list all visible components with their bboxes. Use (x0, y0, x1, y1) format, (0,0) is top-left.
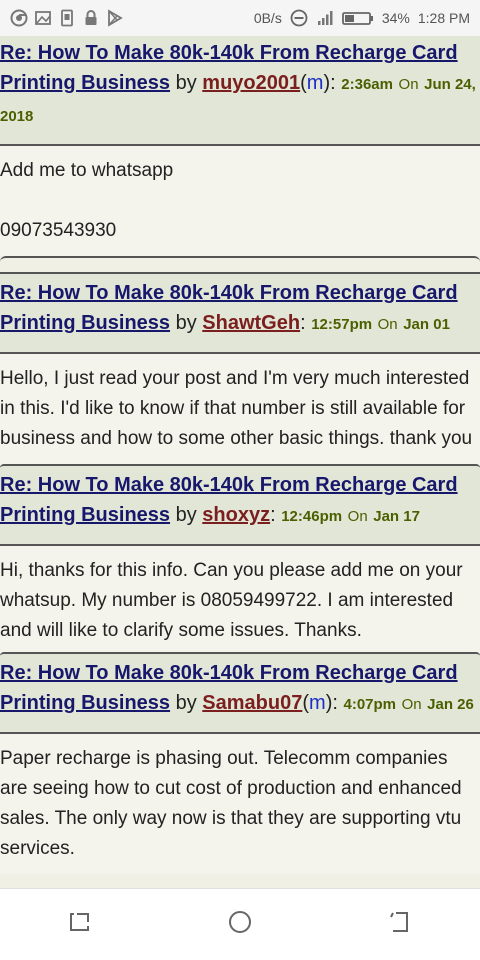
post-body: Hello, I just read your post and I'm ver… (0, 354, 480, 464)
post-text: Paper recharge is phasing out. Telecomm … (0, 748, 462, 859)
forum-thread: Re: How To Make 80k-140k From Recharge C… (0, 36, 480, 888)
post-body: Hi, thanks for this info. Can you please… (0, 546, 480, 652)
gallery-icon (34, 9, 52, 27)
post-date: Jan 01 (403, 316, 450, 333)
by-label: by (175, 72, 197, 94)
on-label: On (347, 508, 368, 525)
post-header: Re: How To Make 80k-140k From Recharge C… (0, 464, 480, 546)
system-indicators: 0B/s 34% 1:28 PM (254, 9, 470, 27)
back-icon (387, 909, 413, 940)
on-label: On (377, 316, 398, 333)
home-button[interactable] (220, 905, 260, 945)
do-not-disturb-icon (290, 9, 308, 27)
post-header: Re: How To Make 80k-140k From Recharge C… (0, 36, 480, 146)
sim-icon (58, 9, 76, 27)
signal-icon (316, 9, 334, 27)
back-button[interactable] (380, 905, 420, 945)
post-text-line: 09073543930 (0, 220, 117, 241)
on-label: On (398, 76, 419, 93)
username-link[interactable]: ShawtGeh (202, 312, 300, 334)
battery-icon (341, 9, 374, 27)
post-body: Paper recharge is phasing out. Telecomm … (0, 734, 480, 874)
on-label: On (401, 696, 422, 713)
clock: 1:28 PM (417, 10, 470, 26)
chrome-icon (10, 9, 28, 27)
notification-icons (10, 9, 124, 27)
recent-apps-button[interactable] (60, 905, 100, 945)
mod-letter: m (309, 692, 326, 714)
lock-icon (82, 9, 100, 27)
post-text: Hello, I just read your post and I'm ver… (0, 368, 473, 449)
username-link[interactable]: muyo2001 (202, 72, 300, 94)
post-header: Re: How To Make 80k-140k From Recharge C… (0, 272, 480, 354)
post-date: Jan 17 (373, 508, 420, 525)
username-link[interactable]: Samabu07 (202, 692, 302, 714)
home-icon (227, 909, 253, 940)
post-time: 2:36am (341, 76, 393, 93)
username-link[interactable]: shoxyz (202, 504, 270, 526)
play-store-icon (106, 9, 124, 27)
by-label: by (175, 692, 197, 714)
recent-apps-icon (67, 909, 93, 940)
navigation-bar (0, 888, 480, 960)
mod-badge: (m) (302, 692, 333, 714)
post-date: Jan 26 (427, 696, 474, 713)
post-header: Re: How To Make 80k-140k From Recharge C… (0, 652, 480, 734)
post-body: Add me to whatsapp 09073543930 (0, 146, 480, 256)
by-label: by (175, 312, 197, 334)
post-text: Hi, thanks for this info. Can you please… (0, 560, 463, 641)
post-time: 4:07pm (343, 696, 397, 713)
network-speed: 0B/s (253, 10, 282, 26)
post-time: 12:46pm (281, 508, 343, 525)
status-bar: 0B/s 34% 1:28 PM (0, 0, 480, 36)
mod-badge: (m) (300, 72, 331, 94)
by-label: by (175, 504, 197, 526)
post-text-line: Add me to whatsapp (0, 160, 174, 181)
mod-letter: m (306, 72, 324, 94)
battery-percentage: 34% (381, 10, 410, 26)
post-separator (0, 256, 480, 272)
post-time: 12:57pm (311, 316, 373, 333)
